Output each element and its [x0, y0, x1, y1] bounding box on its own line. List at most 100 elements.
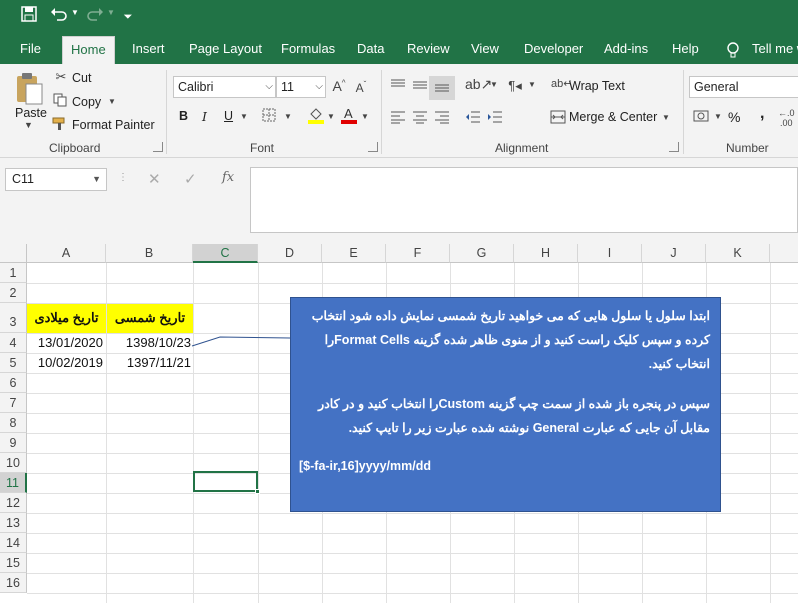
increase-decimal-icon[interactable]: ←.0.00	[778, 108, 795, 128]
fill-color-dropdown-icon[interactable]: ▼	[327, 112, 335, 121]
column-header-l[interactable]	[770, 244, 798, 263]
column-header-k[interactable]: K	[706, 244, 770, 263]
tab-add-ins[interactable]: Add-ins	[604, 34, 648, 64]
middle-align-icon[interactable]	[411, 78, 429, 95]
comma-style-button[interactable]: ,	[760, 105, 764, 123]
enter-icon[interactable]: ✓	[184, 170, 197, 188]
align-right-icon[interactable]	[433, 110, 451, 127]
row-header-12[interactable]: 12	[0, 493, 27, 513]
row-header-4[interactable]: 4	[0, 333, 27, 353]
row-header-9[interactable]: 9	[0, 433, 27, 453]
tell-me-search[interactable]: Tell me w	[752, 34, 798, 64]
format-painter-button[interactable]: Format Painter	[72, 118, 155, 132]
column-header-g[interactable]: G	[450, 244, 514, 263]
underline-button[interactable]: U	[224, 109, 233, 123]
formula-input[interactable]	[250, 167, 798, 233]
fill-handle[interactable]	[255, 489, 260, 494]
column-header-j[interactable]: J	[642, 244, 706, 263]
row-header-8[interactable]: 8	[0, 413, 27, 433]
customize-icon[interactable]: ⏷	[116, 6, 140, 28]
align-left-icon[interactable]	[389, 110, 407, 127]
column-header-a[interactable]: A	[27, 244, 106, 263]
tab-home[interactable]: Home	[62, 36, 115, 64]
accounting-format-icon[interactable]	[692, 108, 712, 127]
bottom-align-icon[interactable]	[433, 78, 451, 95]
alignment-launcher-icon[interactable]	[669, 142, 679, 152]
merge-center-button[interactable]: Merge & Center	[569, 110, 657, 124]
accounting-dropdown-icon[interactable]: ▼	[714, 112, 722, 121]
borders-dropdown-icon[interactable]: ▼	[284, 112, 292, 121]
merge-dropdown-icon[interactable]: ▼	[662, 113, 670, 122]
cell-a4[interactable]: 13/01/2020	[27, 333, 103, 353]
italic-button[interactable]: I	[202, 109, 207, 124]
underline-dropdown-icon[interactable]: ▼	[240, 112, 248, 121]
top-align-icon[interactable]	[389, 78, 407, 95]
undo-icon[interactable]	[47, 6, 71, 28]
percent-style-button[interactable]: %	[728, 109, 740, 125]
instruction-textbox[interactable]: ابتدا سلول یا سلول هایی که می خواهید تار…	[290, 297, 721, 512]
column-header-i[interactable]: I	[578, 244, 642, 263]
font-color-dropdown-icon[interactable]: ▼	[361, 112, 369, 121]
tab-data[interactable]: Data	[357, 34, 384, 64]
column-header-h[interactable]: H	[514, 244, 578, 263]
font-name-select[interactable]: Calibri ⌵	[173, 76, 276, 98]
borders-icon[interactable]	[261, 108, 277, 125]
column-header-e[interactable]: E	[322, 244, 386, 263]
cell-a5[interactable]: 10/02/2019	[27, 353, 103, 373]
copy-dropdown-icon[interactable]: ▼	[108, 97, 116, 106]
decrease-font-size-icon[interactable]: Aˇ	[353, 80, 369, 95]
selected-cell-c11[interactable]	[193, 471, 258, 492]
tab-formulas[interactable]: Formulas	[281, 34, 335, 64]
cancel-icon[interactable]: ✕	[148, 170, 161, 188]
orientation-dropdown-icon[interactable]: ▼	[490, 80, 498, 89]
column-header-d[interactable]: D	[258, 244, 322, 263]
increase-indent-icon[interactable]	[486, 110, 504, 127]
cell-a3[interactable]: تاریخ میلادی	[27, 308, 106, 328]
row-header-5[interactable]: 5	[0, 353, 27, 373]
increase-font-size-icon[interactable]: A^	[331, 78, 347, 94]
cell-b5[interactable]: 1397/11/21	[107, 353, 191, 373]
align-center-icon[interactable]	[411, 110, 429, 127]
tab-developer[interactable]: Developer	[524, 34, 583, 64]
tab-insert[interactable]: Insert	[132, 34, 165, 64]
row-header-15[interactable]: 15	[0, 553, 27, 573]
cell-b3[interactable]: تاریخ شمسی	[107, 308, 193, 328]
font-color-icon[interactable]: A	[340, 106, 358, 127]
orientation-icon[interactable]: ab↗	[465, 76, 492, 93]
paste-button[interactable]: Paste	[15, 106, 47, 120]
paste-icon[interactable]	[14, 72, 44, 106]
row-header-3[interactable]: 3	[0, 303, 27, 333]
paste-dropdown-icon[interactable]: ▼	[24, 120, 33, 130]
decrease-indent-icon[interactable]	[464, 110, 482, 127]
bold-button[interactable]: B	[179, 109, 188, 123]
tab-view[interactable]: View	[471, 34, 499, 64]
redo-dropdown-icon[interactable]: ▼	[107, 8, 115, 17]
cell-b4[interactable]: 1398/10/23	[107, 333, 191, 353]
direction-dropdown-icon[interactable]: ▼	[528, 80, 536, 89]
insert-function-button[interactable]: fx	[222, 170, 234, 185]
row-header-16[interactable]: 16	[0, 573, 27, 593]
clipboard-launcher-icon[interactable]	[153, 142, 163, 152]
row-header-6[interactable]: 6	[0, 373, 27, 393]
undo-dropdown-icon[interactable]: ▼	[71, 8, 79, 17]
row-header-7[interactable]: 7	[0, 393, 27, 413]
name-box[interactable]: C11 ▼	[5, 168, 107, 191]
row-header-1[interactable]: 1	[0, 263, 27, 283]
paragraph-direction-icon[interactable]: ¶◂	[507, 78, 523, 94]
tab-file[interactable]: File	[20, 34, 41, 64]
column-header-f[interactable]: F	[386, 244, 450, 263]
wrap-text-button[interactable]: Wrap Text	[569, 79, 625, 93]
redo-icon[interactable]	[83, 6, 107, 28]
tab-review[interactable]: Review	[407, 34, 450, 64]
select-all-corner[interactable]	[0, 244, 27, 263]
tab-help[interactable]: Help	[672, 34, 699, 64]
row-header-2[interactable]: 2	[0, 283, 27, 303]
number-format-select[interactable]: General	[689, 76, 798, 98]
column-header-c[interactable]: C	[193, 244, 258, 263]
tab-page-layout[interactable]: Page Layout	[189, 34, 262, 64]
font-launcher-icon[interactable]	[368, 142, 378, 152]
font-size-select[interactable]: 11 ⌵	[276, 76, 326, 98]
fill-color-icon[interactable]	[307, 106, 325, 127]
copy-button[interactable]: Copy	[72, 95, 101, 109]
row-header-13[interactable]: 13	[0, 513, 27, 533]
